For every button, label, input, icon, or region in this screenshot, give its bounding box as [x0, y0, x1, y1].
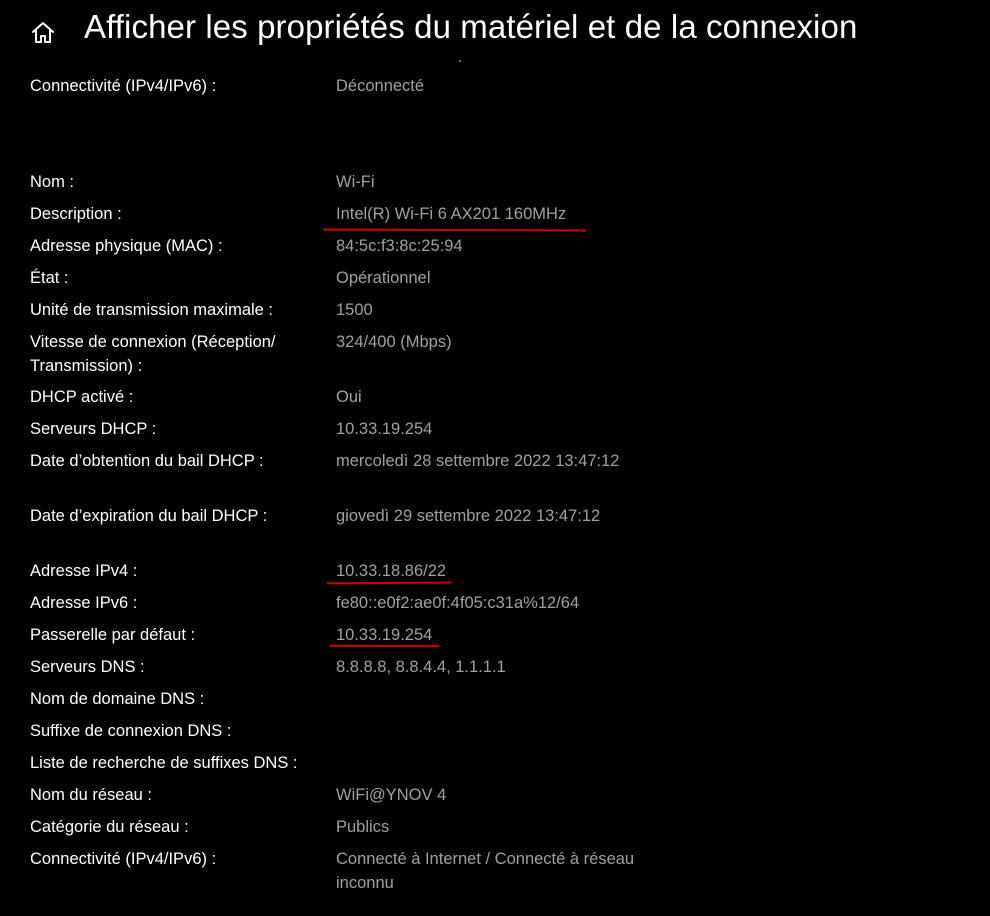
page-title: Afficher les propriétés du matériel et d… [84, 8, 858, 45]
home-icon [32, 22, 54, 43]
property-label: Adresse physique (MAC) : [30, 237, 223, 255]
property-label: Adresse IPv6 : [30, 594, 138, 612]
property-value: 324/400 (Mbps) [336, 333, 452, 351]
property-label: Nom de domaine DNS : [30, 690, 205, 708]
property-label: État : [30, 269, 69, 287]
property-value: 10.33.19.254 [336, 420, 433, 438]
property-label: Serveurs DNS : [30, 658, 145, 676]
property-value: fe80::e0f2:ae0f:4f05:c31a%12/64 [336, 594, 580, 612]
highlight-underline-description [322, 228, 587, 232]
property-label: DHCP activé : [30, 388, 134, 406]
property-value: Oui [336, 388, 362, 406]
property-value: Connecté à Internet / Connecté à réseau … [336, 850, 635, 892]
property-value: Publics [336, 818, 390, 836]
property-label: Liste de recherche de suffixes DNS : [30, 754, 298, 772]
property-label: Description : [30, 205, 122, 223]
property-value: mercoledì 28 settembre 2022 13:47:12 [336, 452, 620, 470]
property-label: Connectivité (IPv4/IPv6) : [30, 850, 217, 868]
property-value: Déconnecté [336, 77, 425, 95]
property-label: Vitesse de connexion (Réception/ Transmi… [30, 333, 276, 375]
home-button[interactable] [28, 18, 58, 48]
property-value: 84:5c:f3:8c:25:94 [336, 237, 463, 255]
property-value: Opérationnel [336, 269, 431, 287]
property-value: 10.33.18.86/22 [336, 562, 447, 580]
property-label: Nom : [30, 173, 75, 191]
property-label: Passerelle par défaut : [30, 626, 196, 644]
property-label: Date d’obtention du bail DHCP : [30, 452, 264, 470]
highlight-underline-ipv4 [326, 581, 452, 585]
property-label: Unité de transmission maximale : [30, 301, 274, 319]
property-value: Intel(R) Wi-Fi 6 AX201 160MHz [336, 205, 567, 223]
property-value: giovedì 29 settembre 2022 13:47:12 [336, 507, 601, 525]
property-value: Wi-Fi [336, 173, 375, 191]
property-label: Catégorie du réseau : [30, 818, 189, 836]
property-value: WiFi@YNOV 4 [336, 786, 447, 804]
property-label: Date d’expiration du bail DHCP : [30, 507, 268, 525]
property-value: 8.8.8.8, 8.8.4.4, 1.1.1.1 [336, 658, 506, 676]
property-value: 1500 [336, 301, 373, 319]
property-label: Suffixe de connexion DNS : [30, 722, 232, 740]
property-label: Nom du réseau : [30, 786, 152, 804]
scroll-indicator [459, 60, 461, 62]
property-value: 10.33.19.254 [336, 626, 433, 644]
property-label: Connectivité (IPv4/IPv6) : [30, 77, 217, 95]
property-label: Adresse IPv4 : [30, 562, 138, 580]
property-label: Serveurs DHCP : [30, 420, 157, 438]
page-header: Afficher les propriétés du matériel et d… [0, 0, 990, 64]
